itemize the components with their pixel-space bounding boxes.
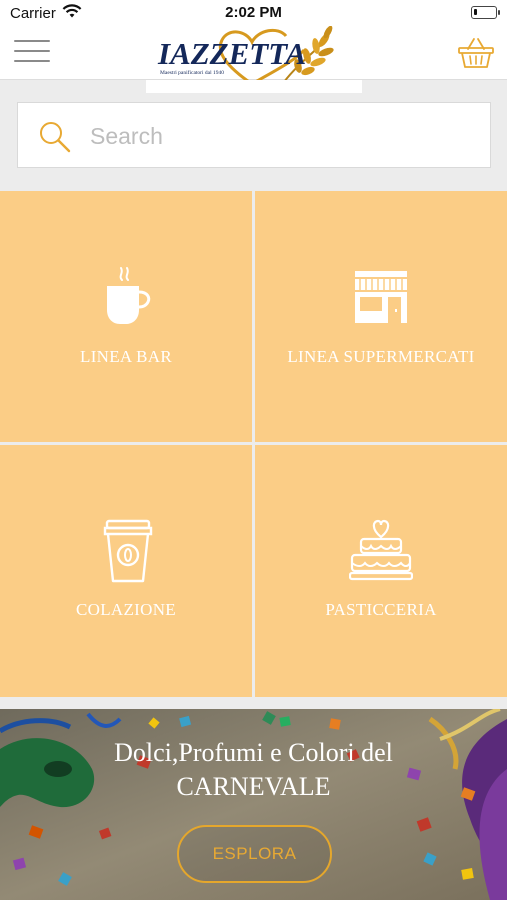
battery-level [474, 9, 477, 15]
status-time: 2:02 PM [225, 4, 282, 21]
header-strip [146, 80, 362, 93]
category-tile-pasticceria[interactable]: PASTICCERIA [255, 445, 507, 697]
category-label: LINEA BAR [80, 347, 172, 366]
status-bar: Carrier 2:02 PM [0, 0, 507, 26]
explore-button[interactable]: ESPLORA [177, 825, 332, 883]
app-screen: Carrier 2:02 PM IAZZETTA Maestri panific… [0, 0, 507, 900]
logo-wordmark: IAZZETTA [158, 36, 307, 71]
promo-banner[interactable]: Dolci,Profumi e Colori del CARNEVALE ESP… [0, 709, 507, 900]
shopping-basket-icon[interactable] [457, 36, 495, 70]
banner-title-line1: Dolci,Profumi e Colori del [114, 738, 393, 767]
cake-icon [349, 519, 413, 581]
banner-title-line2: CARNEVALE [176, 772, 331, 801]
category-tile-linea-bar[interactable]: LINEA BAR [0, 191, 252, 442]
brand-logo[interactable]: IAZZETTA Maestri panificatori dal 1940 [156, 26, 341, 88]
category-tile-colazione[interactable]: COLAZIONE [0, 445, 252, 697]
search-input[interactable] [90, 117, 470, 155]
category-label: LINEA SUPERMERCATI [287, 347, 475, 366]
battery-icon [471, 6, 500, 19]
store-icon [355, 271, 407, 323]
hamburger-menu-icon[interactable] [14, 40, 50, 66]
logo-tagline: Maestri panificatori dal 1940 [160, 70, 224, 76]
takeaway-cup-icon [103, 519, 153, 583]
banner-title: Dolci,Profumi e Colori del CARNEVALE [0, 736, 507, 804]
search-bar[interactable] [17, 102, 491, 168]
search-icon [40, 122, 71, 153]
category-label: COLAZIONE [76, 600, 176, 619]
category-label: PASTICCERIA [325, 600, 437, 619]
coffee-cup-icon [107, 267, 151, 324]
category-tile-linea-supermercati[interactable]: LINEA SUPERMERCATI [255, 191, 507, 442]
app-header: IAZZETTA Maestri panificatori dal 1940 [0, 26, 507, 86]
category-grid: LINEA BAR LINEA SUPERMERCATI COLAZIONE P… [0, 191, 507, 697]
